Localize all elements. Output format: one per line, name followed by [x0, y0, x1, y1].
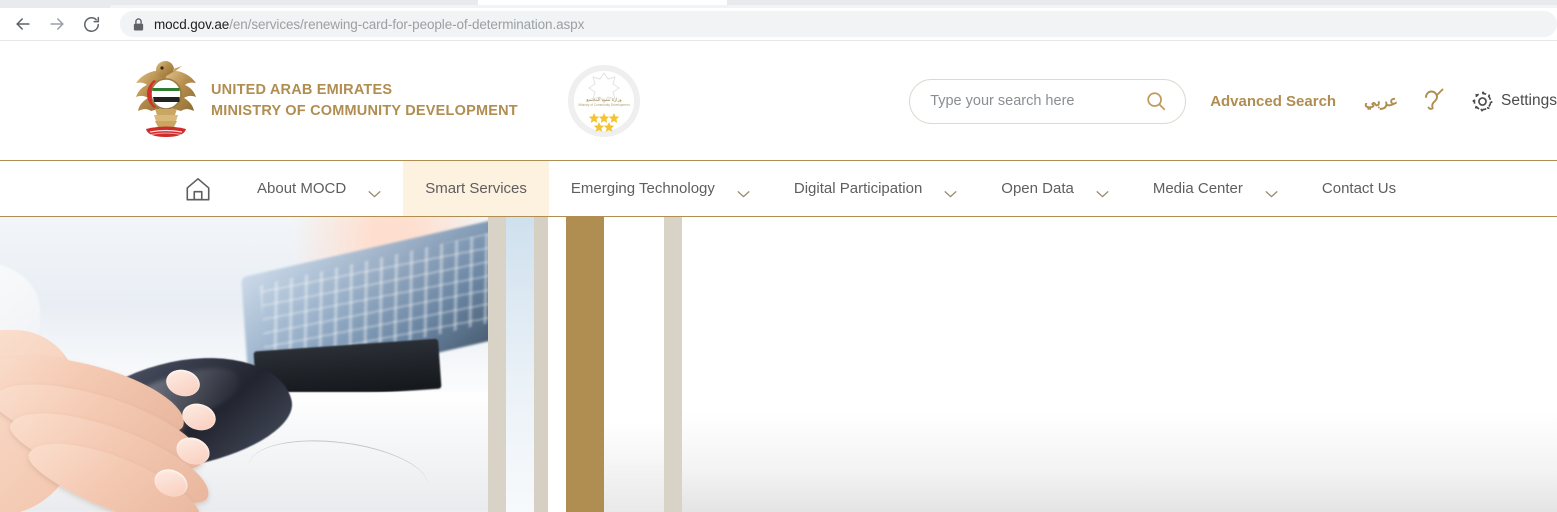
brand-text: UNITED ARAB EMIRATES MINISTRY OF COMMUNI… — [211, 80, 518, 121]
hero-photo — [0, 217, 505, 512]
uae-50-stars-mark-icon: وزارة تنمية المجتمع Ministry of Communit… — [567, 65, 640, 137]
svg-text:وزارة تنمية المجتمع: وزارة تنمية المجتمع — [586, 97, 621, 102]
decor-stripe-white — [604, 217, 664, 512]
brand-line-2: MINISTRY OF COMMUNITY DEVELOPMENT — [211, 103, 518, 119]
hearing-accessibility-icon[interactable] — [1420, 87, 1446, 115]
language-toggle-arabic[interactable]: عربي — [1364, 92, 1398, 110]
nav-item-open-data[interactable]: Open Data — [979, 161, 1131, 216]
url-path: /en/services/renewing-card-for-people-of… — [229, 16, 585, 32]
decor-stripe-gold — [566, 217, 604, 512]
decor-stripe-blue — [506, 217, 534, 512]
lock-icon — [132, 17, 145, 32]
main-navigation: About MOCD Smart Services Emerging Techn… — [0, 160, 1557, 217]
nav-item-emerging-technology[interactable]: Emerging Technology — [549, 161, 772, 216]
browser-toolbar: mocd.gov.ae/en/services/renewing-card-fo… — [0, 8, 1557, 41]
header-right-controls: Advanced Search عربي — [909, 42, 1557, 160]
nav-label: Emerging Technology — [570, 180, 715, 197]
search-box[interactable] — [909, 78, 1187, 124]
tab-strip — [0, 0, 1557, 8]
hero-white-area — [682, 217, 1557, 512]
nav-label: About MOCD — [257, 180, 347, 197]
brand-line-1: UNITED ARAB EMIRATES — [211, 82, 393, 99]
nav-label: Smart Services — [425, 180, 527, 197]
decor-stripe-beige — [534, 217, 548, 512]
url-text: mocd.gov.ae/en/services/renewing-card-fo… — [154, 17, 584, 32]
settings-label: Settings — [1500, 92, 1557, 109]
web-page: UNITED ARAB EMIRATES MINISTRY OF COMMUNI… — [0, 42, 1557, 512]
nav-home-button[interactable] — [160, 161, 235, 216]
home-icon — [183, 174, 213, 204]
browser-window: mocd.gov.ae/en/services/renewing-card-fo… — [0, 0, 1557, 512]
nav-item-about-mocd[interactable]: About MOCD — [235, 161, 403, 216]
hero-banner: 10× We are pleased to inform you that th… — [0, 217, 1557, 512]
brand-block[interactable]: UNITED ARAB EMIRATES MINISTRY OF COMMUNI… — [133, 57, 640, 145]
decor-stripe-beige — [488, 217, 506, 512]
uae-falcon-emblem-icon — [133, 57, 199, 145]
address-bar[interactable]: mocd.gov.ae/en/services/renewing-card-fo… — [120, 11, 1557, 37]
chevron-down-icon — [1265, 185, 1278, 197]
chevron-down-icon — [737, 185, 750, 197]
nav-label: Contact Us — [1321, 180, 1397, 197]
url-host: mocd.gov.ae — [154, 16, 230, 32]
nav-item-media-center[interactable]: Media Center — [1131, 161, 1300, 216]
chevron-down-icon — [944, 185, 957, 197]
nav-label: Media Center — [1152, 180, 1243, 197]
back-arrow-icon[interactable] — [6, 10, 40, 38]
settings-button[interactable]: Settings — [1470, 89, 1557, 114]
nav-item-smart-services[interactable]: Smart Services — [403, 161, 549, 216]
site-header: UNITED ARAB EMIRATES MINISTRY OF COMMUNI… — [0, 42, 1557, 160]
advanced-search-link[interactable]: Advanced Search — [1210, 93, 1336, 110]
fingernail — [163, 366, 203, 400]
hand-on-mouse — [0, 262, 260, 512]
fingernail — [178, 399, 220, 435]
forward-arrow-icon[interactable] — [40, 10, 74, 38]
nav-label: Digital Participation — [793, 180, 923, 197]
decor-stripe-white — [548, 217, 566, 512]
chevron-down-icon — [1096, 185, 1109, 197]
decor-stripe-beige — [664, 217, 682, 512]
nav-label: Open Data — [1001, 180, 1074, 197]
svg-text:Ministry of Community Developm: Ministry of Community Development — [578, 103, 629, 107]
nav-item-digital-participation[interactable]: Digital Participation — [772, 161, 979, 216]
nav-item-contact-us[interactable]: Contact Us — [1300, 161, 1418, 216]
search-input[interactable] — [930, 93, 1146, 109]
gear-icon — [1470, 89, 1495, 114]
chevron-down-icon — [368, 185, 381, 197]
search-icon[interactable] — [1145, 90, 1167, 112]
reload-icon[interactable] — [74, 10, 108, 38]
